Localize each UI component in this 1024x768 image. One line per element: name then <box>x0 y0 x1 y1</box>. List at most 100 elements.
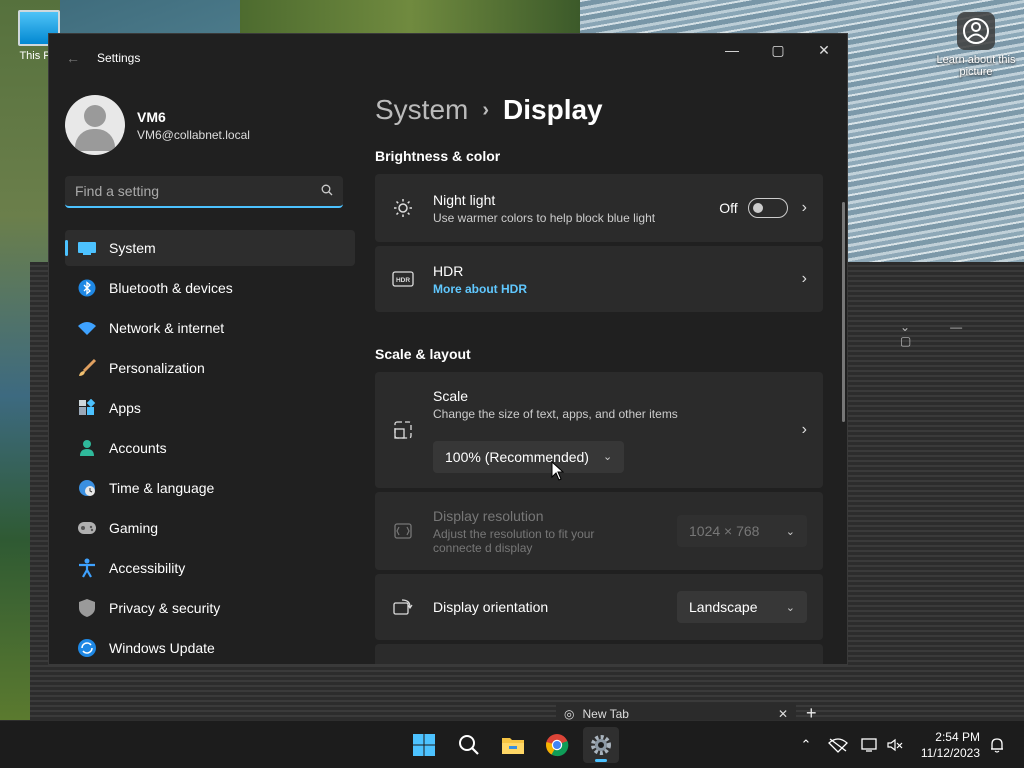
search-box[interactable] <box>65 176 343 208</box>
sidebar-item-label: Accounts <box>109 440 167 456</box>
clock-date: 11/12/2023 <box>920 746 980 760</box>
sidebar-item-system[interactable]: System <box>65 230 355 266</box>
nav-list: System Bluetooth & devices Network & int… <box>49 230 359 664</box>
minimize-button[interactable]: — <box>709 34 755 66</box>
network-disconnected-icon[interactable] <box>826 721 850 768</box>
accessibility-icon <box>77 558 97 578</box>
sidebar-item-label: Network & internet <box>109 320 225 336</box>
breadcrumb: System › Display <box>375 82 847 138</box>
maximize-button[interactable]: ▢ <box>755 34 801 66</box>
volume-muted-icon[interactable] <box>884 721 906 768</box>
sidebar-item-accounts[interactable]: Accounts <box>65 430 355 466</box>
learn-label: Learn about this picture <box>936 54 1016 78</box>
scrollbar[interactable] <box>842 202 845 422</box>
profile-email: VM6@collabnet.local <box>137 127 250 142</box>
page-title: Display <box>503 94 603 125</box>
clock-time: 2:54 PM <box>935 730 980 744</box>
resolution-icon <box>391 522 415 540</box>
background-window-controls: ⌄ —▢ <box>900 320 963 348</box>
night-light-subtitle: Use warmer colors to help block blue lig… <box>433 210 656 225</box>
taskbar: ⌃ 2:54 PM 11/12/2023 <box>0 720 1024 768</box>
shield-icon <box>77 598 97 618</box>
notification-bell-icon[interactable] <box>986 721 1008 768</box>
sidebar-item-label: Time & language <box>109 480 215 496</box>
sun-icon <box>391 198 415 218</box>
hdr-card[interactable]: HDR HDR More about HDR › <box>375 246 823 312</box>
hdr-icon: HDR <box>391 271 415 287</box>
bluetooth-icon <box>77 278 97 298</box>
windows-logo-icon <box>413 734 435 756</box>
close-tab-icon[interactable]: ✕ <box>778 707 788 721</box>
folder-icon <box>502 738 524 754</box>
chrome-button[interactable] <box>539 727 575 763</box>
sidebar-item-label: Gaming <box>109 520 159 536</box>
hdr-link[interactable]: More about HDR <box>433 282 788 296</box>
wifi-icon <box>77 318 97 338</box>
resolution-dropdown: 1024 × 768 ⌄ <box>677 515 807 547</box>
scale-card[interactable]: Scale Change the size of text, apps, and… <box>375 372 823 488</box>
system-icon <box>77 238 97 258</box>
window-title: Settings <box>97 51 141 65</box>
display-icon[interactable] <box>858 721 882 768</box>
sidebar-item-personalization[interactable]: Personalization <box>65 350 355 386</box>
chevron-up-icon[interactable]: ⌃ <box>796 721 816 768</box>
back-arrow-icon[interactable]: ← <box>49 50 97 66</box>
breadcrumb-parent[interactable]: System <box>375 94 468 126</box>
resolution-subtitle: Adjust the resolution to fit your connec… <box>433 526 595 555</box>
next-setting-card[interactable] <box>375 644 823 664</box>
sidebar-item-label: Accessibility <box>109 560 186 576</box>
search-icon <box>459 735 479 755</box>
chevron-right-icon[interactable]: › <box>802 421 807 439</box>
night-light-state: Off <box>719 200 738 216</box>
search-input[interactable] <box>75 183 321 199</box>
chrome-tab-icon: ◎ <box>564 707 575 721</box>
hdr-title: HDR <box>433 262 464 279</box>
sidebar-item-privacy[interactable]: Privacy & security <box>65 590 355 626</box>
section-heading-scale-layout: Scale & layout <box>375 346 471 362</box>
taskbar-search-button[interactable] <box>451 727 487 763</box>
settings-taskbar-button[interactable] <box>583 727 619 763</box>
night-light-card[interactable]: Night light Use warmer colors to help bl… <box>375 174 823 242</box>
chevron-down-icon: ⌄ <box>785 601 795 614</box>
chrome-icon <box>546 734 569 757</box>
chevron-right-icon[interactable]: › <box>802 270 807 288</box>
start-button[interactable] <box>406 727 442 763</box>
profile[interactable]: VM6 VM6@collabnet.local <box>49 82 359 168</box>
orientation-card[interactable]: Display orientation Landscape ⌄ <box>375 574 823 640</box>
resolution-card: Display resolution Adjust the resolution… <box>375 492 823 570</box>
close-button[interactable]: ✕ <box>801 34 847 66</box>
sidebar-item-apps[interactable]: Apps <box>65 390 355 426</box>
sidebar-item-label: Windows Update <box>109 640 215 656</box>
section-heading-brightness: Brightness & color <box>375 148 501 164</box>
mouse-cursor-icon <box>551 461 565 481</box>
hdr-icon-text: HDR <box>396 277 410 284</box>
orientation-dropdown[interactable]: Landscape ⌄ <box>677 591 807 623</box>
orientation-title: Display orientation <box>433 599 549 615</box>
sidebar-item-gaming[interactable]: Gaming <box>65 510 355 546</box>
search-icon[interactable] <box>321 184 333 199</box>
chevron-down-icon: ⌄ <box>602 451 613 463</box>
gear-icon <box>591 735 611 755</box>
scale-icon <box>391 420 415 440</box>
scale-dropdown[interactable]: 100% (Recommended) ⌄ <box>433 440 625 473</box>
night-light-toggle[interactable] <box>747 198 788 218</box>
sidebar-item-label: System <box>109 240 156 256</box>
profile-name: VM6 <box>137 108 166 125</box>
title-bar: ← Settings — ▢ ✕ <box>49 34 847 82</box>
file-explorer-button[interactable] <box>495 727 531 763</box>
clock[interactable]: 2:54 PM 11/12/2023 <box>921 729 980 761</box>
main-content: System › Display Brightness & color Nigh… <box>375 82 847 664</box>
update-icon <box>77 638 97 658</box>
settings-window: ← Settings — ▢ ✕ VM6 VM6@collabnet.local… <box>48 33 848 665</box>
accounts-icon <box>77 438 97 458</box>
learn-about-picture[interactable]: Learn about this picture <box>936 12 1016 78</box>
sidebar-item-bluetooth[interactable]: Bluetooth & devices <box>65 270 355 306</box>
chevron-right-icon: › <box>482 98 490 121</box>
chevron-down-icon: ⌄ <box>785 525 795 538</box>
sidebar-item-network[interactable]: Network & internet <box>65 310 355 346</box>
sidebar-item-accessibility[interactable]: Accessibility <box>65 550 355 586</box>
sidebar-item-label: Bluetooth & devices <box>109 280 233 296</box>
sidebar-item-windows-update[interactable]: Windows Update <box>65 630 355 664</box>
chevron-right-icon[interactable]: › <box>802 199 807 217</box>
sidebar-item-time-language[interactable]: Time & language <box>65 470 355 506</box>
